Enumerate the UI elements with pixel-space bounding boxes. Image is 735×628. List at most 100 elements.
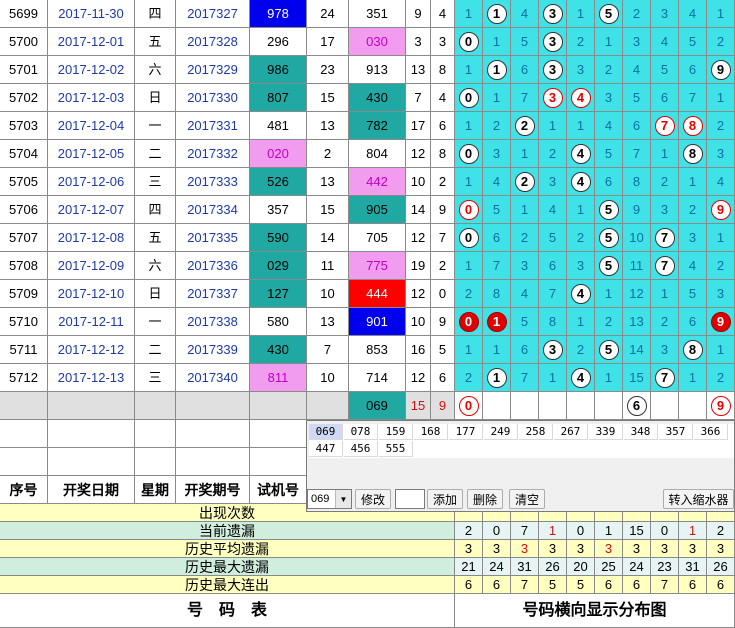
sum-cell: 13 <box>307 168 349 196</box>
distribution-cell: 5 <box>595 140 623 168</box>
distribution-cell: 4 <box>539 196 567 224</box>
miss-count: 1 <box>576 118 585 133</box>
miss-count: 2 <box>576 342 585 357</box>
miss-count: 4 <box>688 6 697 21</box>
distribution-cell: 6 <box>511 336 539 364</box>
issue-cell: 2017335 <box>176 224 250 252</box>
number-option[interactable]: 357 <box>659 424 693 440</box>
miss-count: 2 <box>464 370 473 385</box>
chevron-down-icon[interactable]: ▼ <box>335 490 351 508</box>
distribution-cell: 5 <box>595 224 623 252</box>
hit-ball: 9 <box>710 59 731 80</box>
stat-value: 6 <box>707 576 735 594</box>
number-option[interactable]: 177 <box>449 424 483 440</box>
miss-count: 1 <box>464 118 473 133</box>
miss-count: 3 <box>716 286 725 301</box>
sum-cell: 17 <box>307 28 349 56</box>
issue-cell: 2017332 <box>176 140 250 168</box>
miss-count: 2 <box>716 118 725 133</box>
distribution-cell: 6 <box>595 168 623 196</box>
distribution-cell: 7 <box>483 252 511 280</box>
distribution-cell: 1 <box>651 140 679 168</box>
weekday-cell: 二 <box>135 140 176 168</box>
blank-cell <box>135 448 176 476</box>
miss-count: 1 <box>492 34 501 49</box>
number-option[interactable]: 339 <box>589 424 623 440</box>
date-cell: 2017-12-13 <box>48 364 135 392</box>
number-input[interactable] <box>395 489 425 509</box>
blank-cell <box>48 392 135 420</box>
number-option[interactable]: 447 <box>309 441 343 457</box>
draw-number-cell: 905 <box>349 196 406 224</box>
distribution-cell: 4 <box>707 168 735 196</box>
edit-button[interactable]: 修改 <box>355 489 391 509</box>
stat-label: 当前遗漏 <box>0 522 455 540</box>
miss-count: 4 <box>520 286 529 301</box>
number-option[interactable]: 267 <box>554 424 588 440</box>
miss-count: 1 <box>688 370 697 385</box>
add-button[interactable]: 添加 <box>427 489 463 509</box>
draw-number-cell: 804 <box>349 140 406 168</box>
draw-number-cell: 444 <box>349 280 406 308</box>
miss-count: 5 <box>688 34 697 49</box>
miss-count: 4 <box>632 62 641 77</box>
miss-count: 2 <box>604 314 613 329</box>
miss-count: 5 <box>548 230 557 245</box>
delete-button[interactable]: 删除 <box>467 489 503 509</box>
span-cell: 7 <box>406 84 431 112</box>
miss-count: 4 <box>548 202 557 217</box>
issue-cell: 2017329 <box>176 56 250 84</box>
hit-ball: 3 <box>542 339 563 360</box>
number-option[interactable]: 366 <box>694 424 728 440</box>
distribution-cell: 8 <box>483 280 511 308</box>
number-option[interactable]: 348 <box>624 424 658 440</box>
stat-value: 26 <box>539 558 567 576</box>
stat-value: 6 <box>679 576 707 594</box>
distribution-cell: 4 <box>679 252 707 280</box>
number-option[interactable]: 078 <box>344 424 378 440</box>
clear-button[interactable]: 清空 <box>509 489 545 509</box>
distribution-cell: 4 <box>483 168 511 196</box>
test-number-cell: 296 <box>250 28 307 56</box>
miss-count: 3 <box>492 146 501 161</box>
date-cell: 2017-12-01 <box>48 28 135 56</box>
draw-number-cell: 430 <box>349 84 406 112</box>
miss-count: 8 <box>492 286 501 301</box>
tail-cell: 6 <box>431 112 455 140</box>
forecast-tail-cell: 9 <box>431 392 455 420</box>
distribution-cell: 1 <box>455 336 483 364</box>
distribution-cell: 1 <box>707 84 735 112</box>
span-cell: 10 <box>406 308 431 336</box>
number-option[interactable]: 555 <box>379 441 413 457</box>
hit-ball: 1 <box>486 311 507 332</box>
seq-cell: 5711 <box>0 336 48 364</box>
date-cell: 2017-12-09 <box>48 252 135 280</box>
number-option[interactable]: 168 <box>414 424 448 440</box>
stat-value: 3 <box>483 540 511 558</box>
distribution-cell: 0 <box>455 28 483 56</box>
distribution-cell: 1 <box>567 0 595 28</box>
span-cell: 13 <box>406 56 431 84</box>
miss-count: 1 <box>716 342 725 357</box>
number-option[interactable]: 258 <box>519 424 553 440</box>
sum-cell: 7 <box>307 336 349 364</box>
stat-value: 3 <box>707 540 735 558</box>
hit-ball: 7 <box>654 115 675 136</box>
distribution-cell: 9 <box>707 308 735 336</box>
draw-number-cell: 030 <box>349 28 406 56</box>
distribution-cell: 1 <box>679 168 707 196</box>
seq-cell: 5700 <box>0 28 48 56</box>
number-option[interactable]: 249 <box>484 424 518 440</box>
test-number-cell: 580 <box>250 308 307 336</box>
send-to-shrink-button[interactable]: 转入缩水器 <box>663 489 734 509</box>
distribution-cell: 8 <box>679 336 707 364</box>
date-cell: 2017-12-05 <box>48 140 135 168</box>
number-option[interactable]: 159 <box>379 424 413 440</box>
sum-cell: 23 <box>307 56 349 84</box>
seq-cell: 5702 <box>0 84 48 112</box>
miss-count: 2 <box>492 118 501 133</box>
issue-cell: 2017336 <box>176 252 250 280</box>
number-option[interactable]: 069 <box>309 424 343 440</box>
miss-count: 5 <box>688 286 697 301</box>
number-option[interactable]: 456 <box>344 441 378 457</box>
